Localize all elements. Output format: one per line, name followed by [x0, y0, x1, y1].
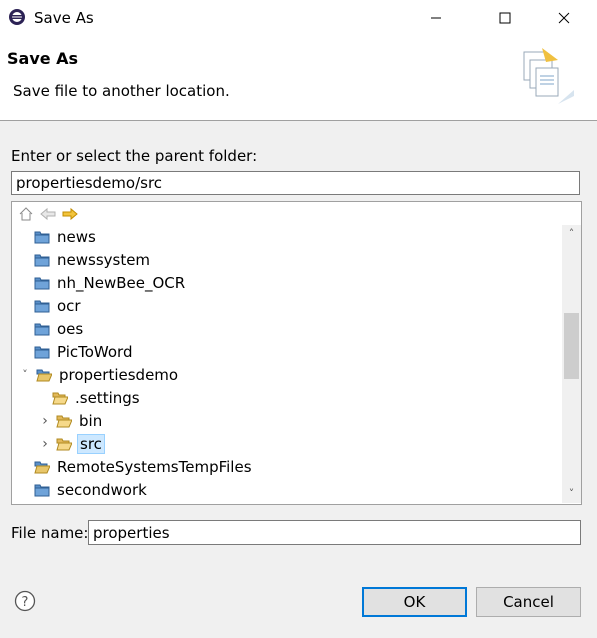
- tree-nav-bar: [18, 206, 78, 224]
- scroll-up-icon[interactable]: ˄: [562, 225, 581, 243]
- project-folder-icon: [34, 276, 55, 290]
- tree-item-news[interactable]: news: [34, 225, 98, 248]
- tree-item-label: ocr: [57, 296, 81, 315]
- tree-item-settings[interactable]: .settings: [52, 386, 142, 409]
- tree-item-pictoword[interactable]: PicToWord: [34, 340, 134, 363]
- open-folder-icon: [36, 368, 57, 382]
- scroll-down-icon[interactable]: ˅: [562, 485, 581, 503]
- svg-text:?: ?: [22, 595, 29, 610]
- maximize-icon: [499, 12, 511, 24]
- maximize-button[interactable]: [482, 0, 528, 36]
- tree-item-src[interactable]: › src: [38, 432, 105, 455]
- file-name-label: File name:: [11, 524, 89, 542]
- project-folder-icon: [34, 230, 55, 244]
- project-folder-icon: [34, 483, 55, 497]
- forward-arrow-icon[interactable]: [62, 207, 78, 223]
- chevron-down-icon[interactable]: ˅: [18, 368, 32, 381]
- save-as-banner-icon: [522, 48, 574, 104]
- scrollbar-thumb[interactable]: [564, 313, 579, 379]
- open-folder-icon: [56, 414, 77, 428]
- project-folder-icon: [34, 253, 55, 267]
- project-folder-icon: [34, 345, 55, 359]
- tree-item-label: RemoteSystemsTempFiles: [57, 457, 252, 476]
- folder-tree-panel: news newssystem nh_NewBee_OCRocr oes PicToWo…: [11, 201, 582, 505]
- parent-folder-label: Enter or select the parent folder:: [11, 147, 258, 165]
- help-icon[interactable]: ?: [14, 590, 36, 612]
- cancel-button[interactable]: Cancel: [476, 587, 581, 617]
- tree-item-remotesystemstempfiles[interactable]: RemoteSystemsTempFiles: [34, 455, 254, 478]
- window-title: Save As: [34, 9, 94, 27]
- tree-item-propertiesdemo[interactable]: ˅ propertiesdemo: [18, 363, 180, 386]
- parent-folder-input[interactable]: [11, 171, 580, 195]
- dialog-header: Save As Save file to another location.: [0, 36, 597, 121]
- tree-item-label: secondwork: [57, 480, 147, 499]
- tree-item-label: src: [77, 433, 105, 454]
- folder-tree: news newssystem nh_NewBee_OCRocr oes PicToWo…: [12, 225, 560, 503]
- tree-item-label: propertiesdemo: [59, 365, 179, 384]
- tree-item-oes[interactable]: oes: [34, 317, 85, 340]
- back-arrow-icon[interactable]: [40, 207, 56, 223]
- tree-item-label: news: [57, 227, 96, 246]
- project-folder-icon: [34, 299, 55, 313]
- minimize-button[interactable]: [413, 0, 459, 36]
- minimize-icon: [431, 17, 441, 19]
- tree-item-nh-newbee-ocr[interactable]: nh_NewBee_OCR: [34, 271, 187, 294]
- chevron-right-icon[interactable]: ›: [38, 413, 52, 429]
- tree-item-bin[interactable]: › bin: [38, 409, 104, 432]
- project-folder-icon: [34, 322, 55, 336]
- tree-item-ocr[interactable]: ocr: [34, 294, 83, 317]
- tree-item-label: nh_NewBee_OCR: [57, 273, 186, 292]
- tree-item-label: newssystem: [57, 250, 151, 269]
- open-folder-icon: [52, 391, 73, 405]
- close-button[interactable]: [541, 0, 587, 36]
- chevron-right-icon[interactable]: ›: [38, 436, 52, 452]
- title-bar: Save As: [0, 0, 597, 36]
- tree-item-newssystem[interactable]: newssystem: [34, 248, 152, 271]
- tree-item-label: bin: [79, 411, 103, 430]
- dialog-description: Save file to another location.: [13, 82, 230, 100]
- close-icon: [558, 12, 570, 24]
- home-icon[interactable]: [18, 207, 34, 223]
- eclipse-app-icon: [9, 9, 25, 25]
- dialog-title: Save As: [7, 49, 79, 68]
- open-folder-icon: [56, 437, 77, 451]
- ok-button[interactable]: OK: [362, 587, 467, 617]
- tree-item-label: PicToWord: [57, 342, 133, 361]
- file-name-input[interactable]: [88, 520, 581, 545]
- tree-item-label: .settings: [75, 388, 140, 407]
- open-folder-icon: [34, 460, 55, 474]
- tree-item-label: oes: [57, 319, 84, 338]
- tree-item-secondwork[interactable]: secondwork: [34, 478, 149, 501]
- tree-scrollbar[interactable]: ˄ ˅: [562, 225, 581, 503]
